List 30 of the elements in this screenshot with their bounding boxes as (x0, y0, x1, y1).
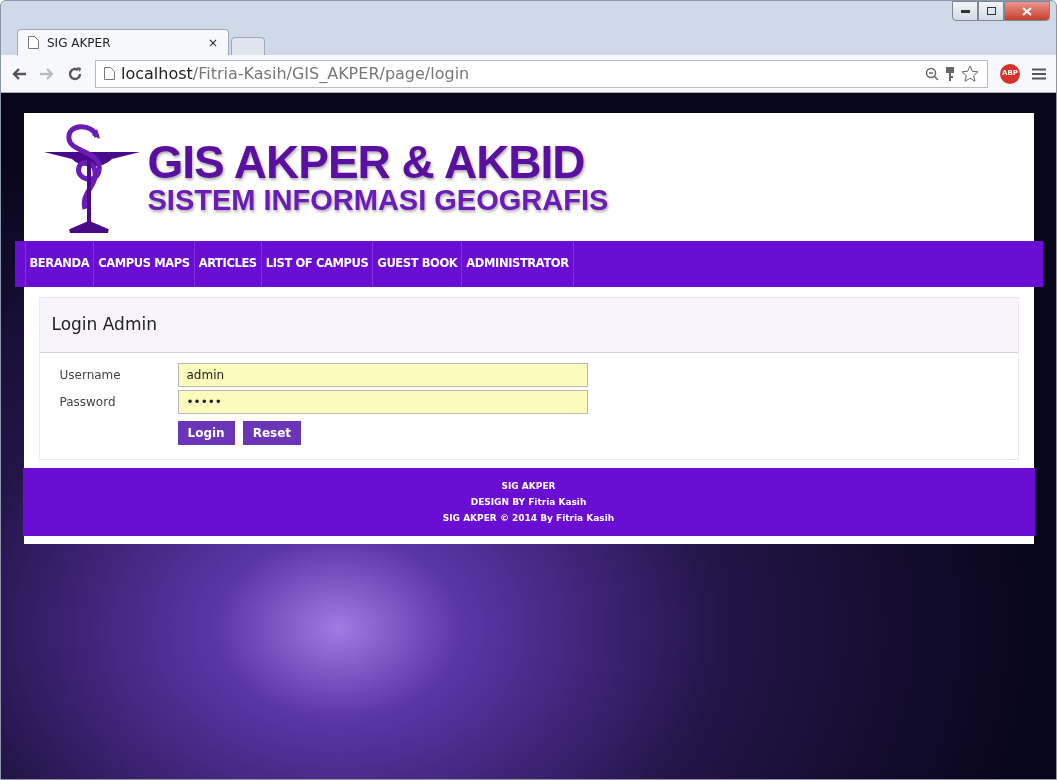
browser-tab[interactable]: SIG AKPER × (17, 29, 229, 55)
footer-text: DESIGN BY Fitria Kasih (469, 495, 588, 509)
page-icon (104, 67, 115, 80)
reset-button[interactable]: Reset (242, 420, 302, 445)
tab-close-button[interactable]: × (207, 33, 218, 52)
site-subtitle: SISTEM INFORMASI GEOGRAFIS (147, 184, 609, 216)
star-icon[interactable] (961, 65, 979, 82)
login-button[interactable]: Login (177, 420, 235, 445)
close-button[interactable] (1004, 1, 1050, 21)
panel-title: Login Admin (39, 298, 1018, 353)
field-label: Username (59, 366, 122, 384)
url-text: localhost/Fitria-Kasih/GIS_AKPER/page/login (121, 62, 471, 85)
site-title: GIS AKPER & AKBID (147, 138, 586, 185)
page-icon (28, 36, 39, 49)
back-icon[interactable] (11, 66, 27, 81)
zoom-icon[interactable] (925, 66, 939, 81)
menu-icon[interactable] (1032, 67, 1046, 80)
password-field[interactable]: ••••• (177, 389, 588, 414)
maximize-icon (986, 7, 996, 15)
footer-text: SIG AKPER © 2014 By Fitria Kasih (441, 511, 616, 525)
minimize-button[interactable] (952, 1, 978, 21)
footer-text: SIG AKPER (500, 479, 557, 493)
key-icon[interactable] (945, 65, 955, 82)
username-field[interactable]: admin (177, 362, 588, 387)
maximize-button[interactable] (978, 1, 1004, 21)
reload-icon[interactable] (67, 65, 83, 82)
minimize-icon (960, 9, 970, 13)
address-bar[interactable]: localhost/Fitria-Kasih/GIS_AKPER/page/login (95, 59, 988, 88)
field-label: Password (59, 393, 117, 411)
close-icon (1022, 6, 1032, 16)
